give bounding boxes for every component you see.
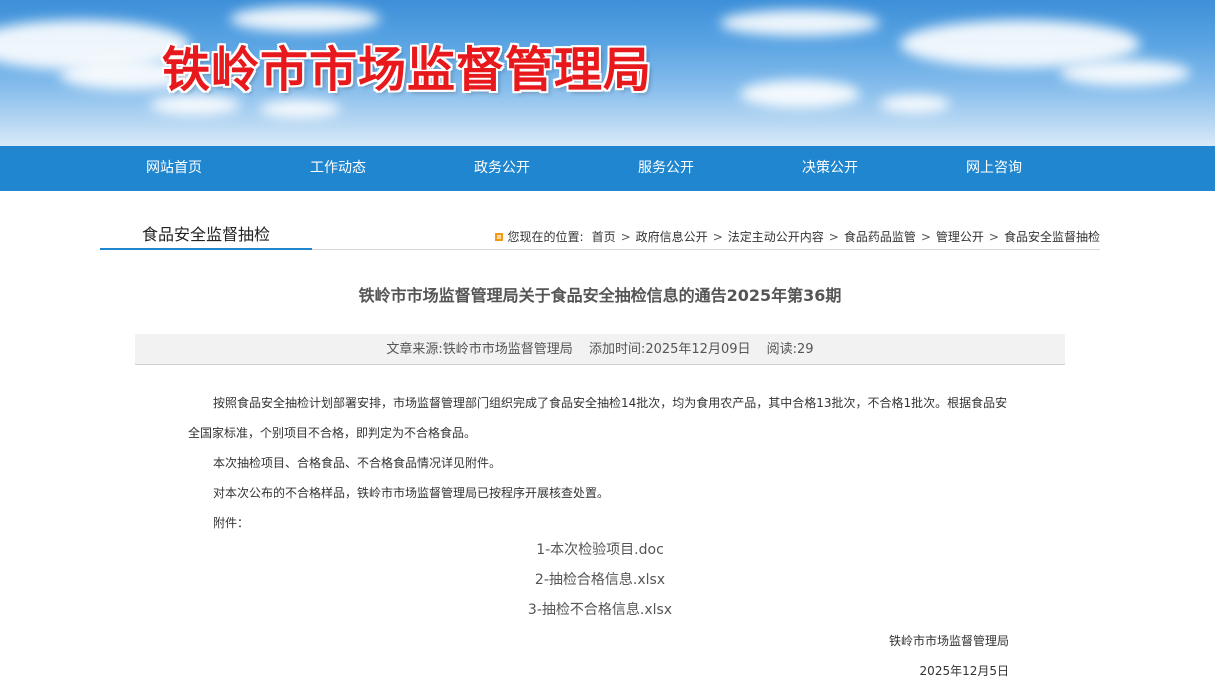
- nav-item-gov-affairs[interactable]: 政务公开: [420, 146, 584, 191]
- paragraph: 对本次公布的不合格样品，铁岭市市场监督管理局已按程序开展核查处置。: [213, 486, 610, 500]
- article-title: 铁岭市市场监督管理局关于食品安全抽检信息的通告2025年第36期: [358, 286, 842, 305]
- breadcrumb-management[interactable]: 管理公开: [936, 228, 984, 245]
- paragraph-attachments-label: 附件：: [213, 516, 250, 530]
- location-icon: [494, 232, 503, 241]
- section-title: 食品安全监督抽检: [100, 222, 312, 250]
- header-banner: 铁岭市市场监督管理局: [0, 0, 1215, 146]
- paragraph: 本次抽检项目、合格食品、不合格食品情况详见附件。: [213, 456, 502, 470]
- cloud-decoration: [260, 100, 340, 118]
- attachment-link[interactable]: 3-抽检不合格信息.xlsx: [100, 598, 1100, 628]
- breadcrumb-statutory[interactable]: 法定主动公开内容: [728, 228, 824, 245]
- breadcrumb-separator: >: [620, 229, 631, 244]
- article-signature: 铁岭市市场监督管理局: [888, 634, 1009, 648]
- attachment-link[interactable]: 2-抽检合格信息.xlsx: [100, 568, 1100, 598]
- nav-item-services[interactable]: 服务公开: [584, 146, 748, 191]
- attachment-list: 1-本次检验项目.doc 2-抽检合格信息.xlsx 3-抽检不合格信息.xls…: [100, 538, 1100, 628]
- section-header: 食品安全监督抽检 您现在的位置: 首页 > 政府信息公开 > 法定主动公开内容 …: [100, 222, 1100, 250]
- article-source: 文章来源:铁岭市市场监督管理局: [386, 342, 573, 357]
- cloud-decoration: [720, 10, 880, 36]
- breadcrumb: 您现在的位置: 首页 > 政府信息公开 > 法定主动公开内容 > 食品药品监管 …: [494, 228, 1100, 245]
- cloud-decoration: [230, 6, 380, 32]
- cloud-decoration: [740, 80, 860, 108]
- main-nav: 网站首页 工作动态 政务公开 服务公开 决策公开 网上咨询: [0, 146, 1215, 191]
- paragraph: 按照食品安全抽检计划部署安排，市场监督管理部门组织完成了食品安全抽检14批次，均…: [188, 396, 1008, 440]
- nav-item-home[interactable]: 网站首页: [92, 146, 256, 191]
- breadcrumb-separator: >: [988, 229, 999, 244]
- article-reads: 阅读:29: [766, 342, 814, 357]
- cloud-decoration: [1060, 60, 1190, 86]
- cloud-decoration: [880, 95, 950, 113]
- breadcrumb-separator: >: [920, 229, 931, 244]
- breadcrumb-separator: >: [712, 229, 723, 244]
- article-date: 2025年12月5日: [919, 664, 1009, 678]
- nav-item-decisions[interactable]: 决策公开: [748, 146, 912, 191]
- breadcrumb-prefix: 您现在的位置:: [507, 230, 584, 244]
- site-title: 铁岭市市场监督管理局: [162, 42, 653, 98]
- article-meta: 文章来源:铁岭市市场监督管理局 添加时间:2025年12月09日 阅读:29: [135, 334, 1065, 365]
- nav-item-consult[interactable]: 网上咨询: [912, 146, 1076, 191]
- breadcrumb-food-drug[interactable]: 食品药品监管: [844, 228, 916, 245]
- breadcrumb-home[interactable]: 首页: [592, 228, 616, 245]
- nav-item-work-news[interactable]: 工作动态: [256, 146, 420, 191]
- breadcrumb-gov-info[interactable]: 政府信息公开: [636, 228, 708, 245]
- breadcrumb-current[interactable]: 食品安全监督抽检: [1004, 228, 1100, 245]
- article-body: 按照食品安全抽检计划部署安排，市场监督管理部门组织完成了食品安全抽检14批次，均…: [188, 388, 1013, 538]
- article-time: 添加时间:2025年12月09日: [588, 342, 751, 357]
- breadcrumb-separator: >: [828, 229, 839, 244]
- attachment-link[interactable]: 1-本次检验项目.doc: [100, 538, 1100, 568]
